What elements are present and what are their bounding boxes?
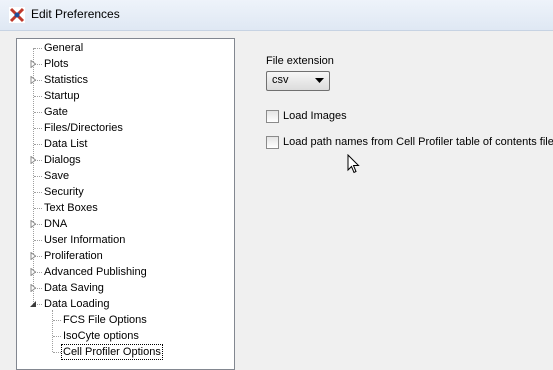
tree-item[interactable]: Data Loading xyxy=(17,296,232,312)
tree-item[interactable]: Advanced Publishing xyxy=(17,264,232,280)
tree-item-label: Files/Directories xyxy=(44,122,123,134)
tree-branch-line xyxy=(34,192,42,193)
tree-item-label: Statistics xyxy=(44,74,89,86)
tree-item-label: Save xyxy=(44,170,70,182)
tree-item-label: Advanced Publishing xyxy=(44,266,147,278)
tree-branch-line xyxy=(53,352,61,353)
tree-branch-line xyxy=(34,128,42,129)
tree-item-label: Startup xyxy=(44,90,80,102)
tree-item[interactable]: Gate xyxy=(17,104,232,120)
tree-item[interactable]: Data List xyxy=(17,136,232,152)
tree-item[interactable]: Security xyxy=(17,184,232,200)
tree-branch-line xyxy=(34,144,42,145)
tree-item-label: FCS File Options xyxy=(63,314,147,326)
tree-item-label: Data Loading xyxy=(44,298,110,310)
tree-item-label: IsoCyte options xyxy=(63,330,139,342)
tree-item[interactable]: User Information xyxy=(17,232,232,248)
tree-item-label: Data List xyxy=(44,138,88,150)
tree-item-label: DNA xyxy=(44,218,68,230)
tree-branch-line xyxy=(53,336,61,337)
tree-branch-line xyxy=(34,48,42,49)
tree-branch-line xyxy=(34,176,42,177)
tree-item[interactable]: Startup xyxy=(17,88,232,104)
tree-item-label: Text Boxes xyxy=(44,202,98,214)
app-icon xyxy=(9,7,25,23)
tree-item-label: Security xyxy=(44,186,84,198)
tree-item[interactable]: IsoCyte options xyxy=(17,328,232,344)
tree-item-label: User Information xyxy=(44,234,126,246)
tree-item-label: Proliferation xyxy=(44,250,103,262)
load-paths-label: Load path names from Cell Profiler table… xyxy=(283,136,553,148)
tree-item-label: Cell Profiler Options xyxy=(61,344,163,360)
tree-item[interactable]: General xyxy=(17,40,232,56)
preferences-tree[interactable]: General Plots Statistics Startup Gate Files/D… xyxy=(16,38,235,370)
tree-item[interactable]: Dialogs xyxy=(17,152,232,168)
tree-item[interactable]: Files/Directories xyxy=(17,120,232,136)
tree-item[interactable]: Text Boxes xyxy=(17,200,232,216)
collapsed-triangle-icon[interactable] xyxy=(29,268,37,276)
tree-branch-line xyxy=(34,96,42,97)
tree-item[interactable]: Proliferation xyxy=(17,248,232,264)
tree-item[interactable]: Cell Profiler Options xyxy=(17,344,232,360)
tree-item-label: Gate xyxy=(44,106,68,118)
title-bar: Edit Preferences xyxy=(0,0,553,31)
load-paths-checkbox[interactable] xyxy=(266,136,279,149)
tree-item[interactable]: DNA xyxy=(17,216,232,232)
collapsed-triangle-icon[interactable] xyxy=(29,76,37,84)
collapsed-triangle-icon[interactable] xyxy=(29,284,37,292)
expanded-triangle-icon[interactable] xyxy=(29,300,37,308)
chevron-down-icon xyxy=(315,78,324,83)
collapsed-triangle-icon[interactable] xyxy=(29,60,37,68)
file-extension-dropdown[interactable]: csv xyxy=(266,71,330,91)
tree-item-label: General xyxy=(44,42,84,54)
mouse-cursor-icon xyxy=(347,154,360,174)
tree-item[interactable]: FCS File Options xyxy=(17,312,232,328)
load-images-label: Load Images xyxy=(283,110,347,122)
tree-item-label: Dialogs xyxy=(44,154,81,166)
tree-branch-line xyxy=(34,240,42,241)
collapsed-triangle-icon[interactable] xyxy=(29,156,37,164)
file-extension-value: csv xyxy=(272,74,289,86)
tree-item[interactable]: Statistics xyxy=(17,72,232,88)
tree-item[interactable]: Data Saving xyxy=(17,280,232,296)
collapsed-triangle-icon[interactable] xyxy=(29,220,37,228)
tree-item[interactable]: Save xyxy=(17,168,232,184)
tree-item-label: Plots xyxy=(44,58,69,70)
tree-branch-line xyxy=(53,320,61,321)
file-extension-label: File extension xyxy=(266,55,334,67)
tree-branch-line xyxy=(34,112,42,113)
tree-item[interactable]: Plots xyxy=(17,56,232,72)
window-title: Edit Preferences xyxy=(31,7,120,21)
tree-branch-line xyxy=(34,208,42,209)
load-images-checkbox[interactable] xyxy=(266,110,279,123)
collapsed-triangle-icon[interactable] xyxy=(29,252,37,260)
tree-item-label: Data Saving xyxy=(44,282,104,294)
